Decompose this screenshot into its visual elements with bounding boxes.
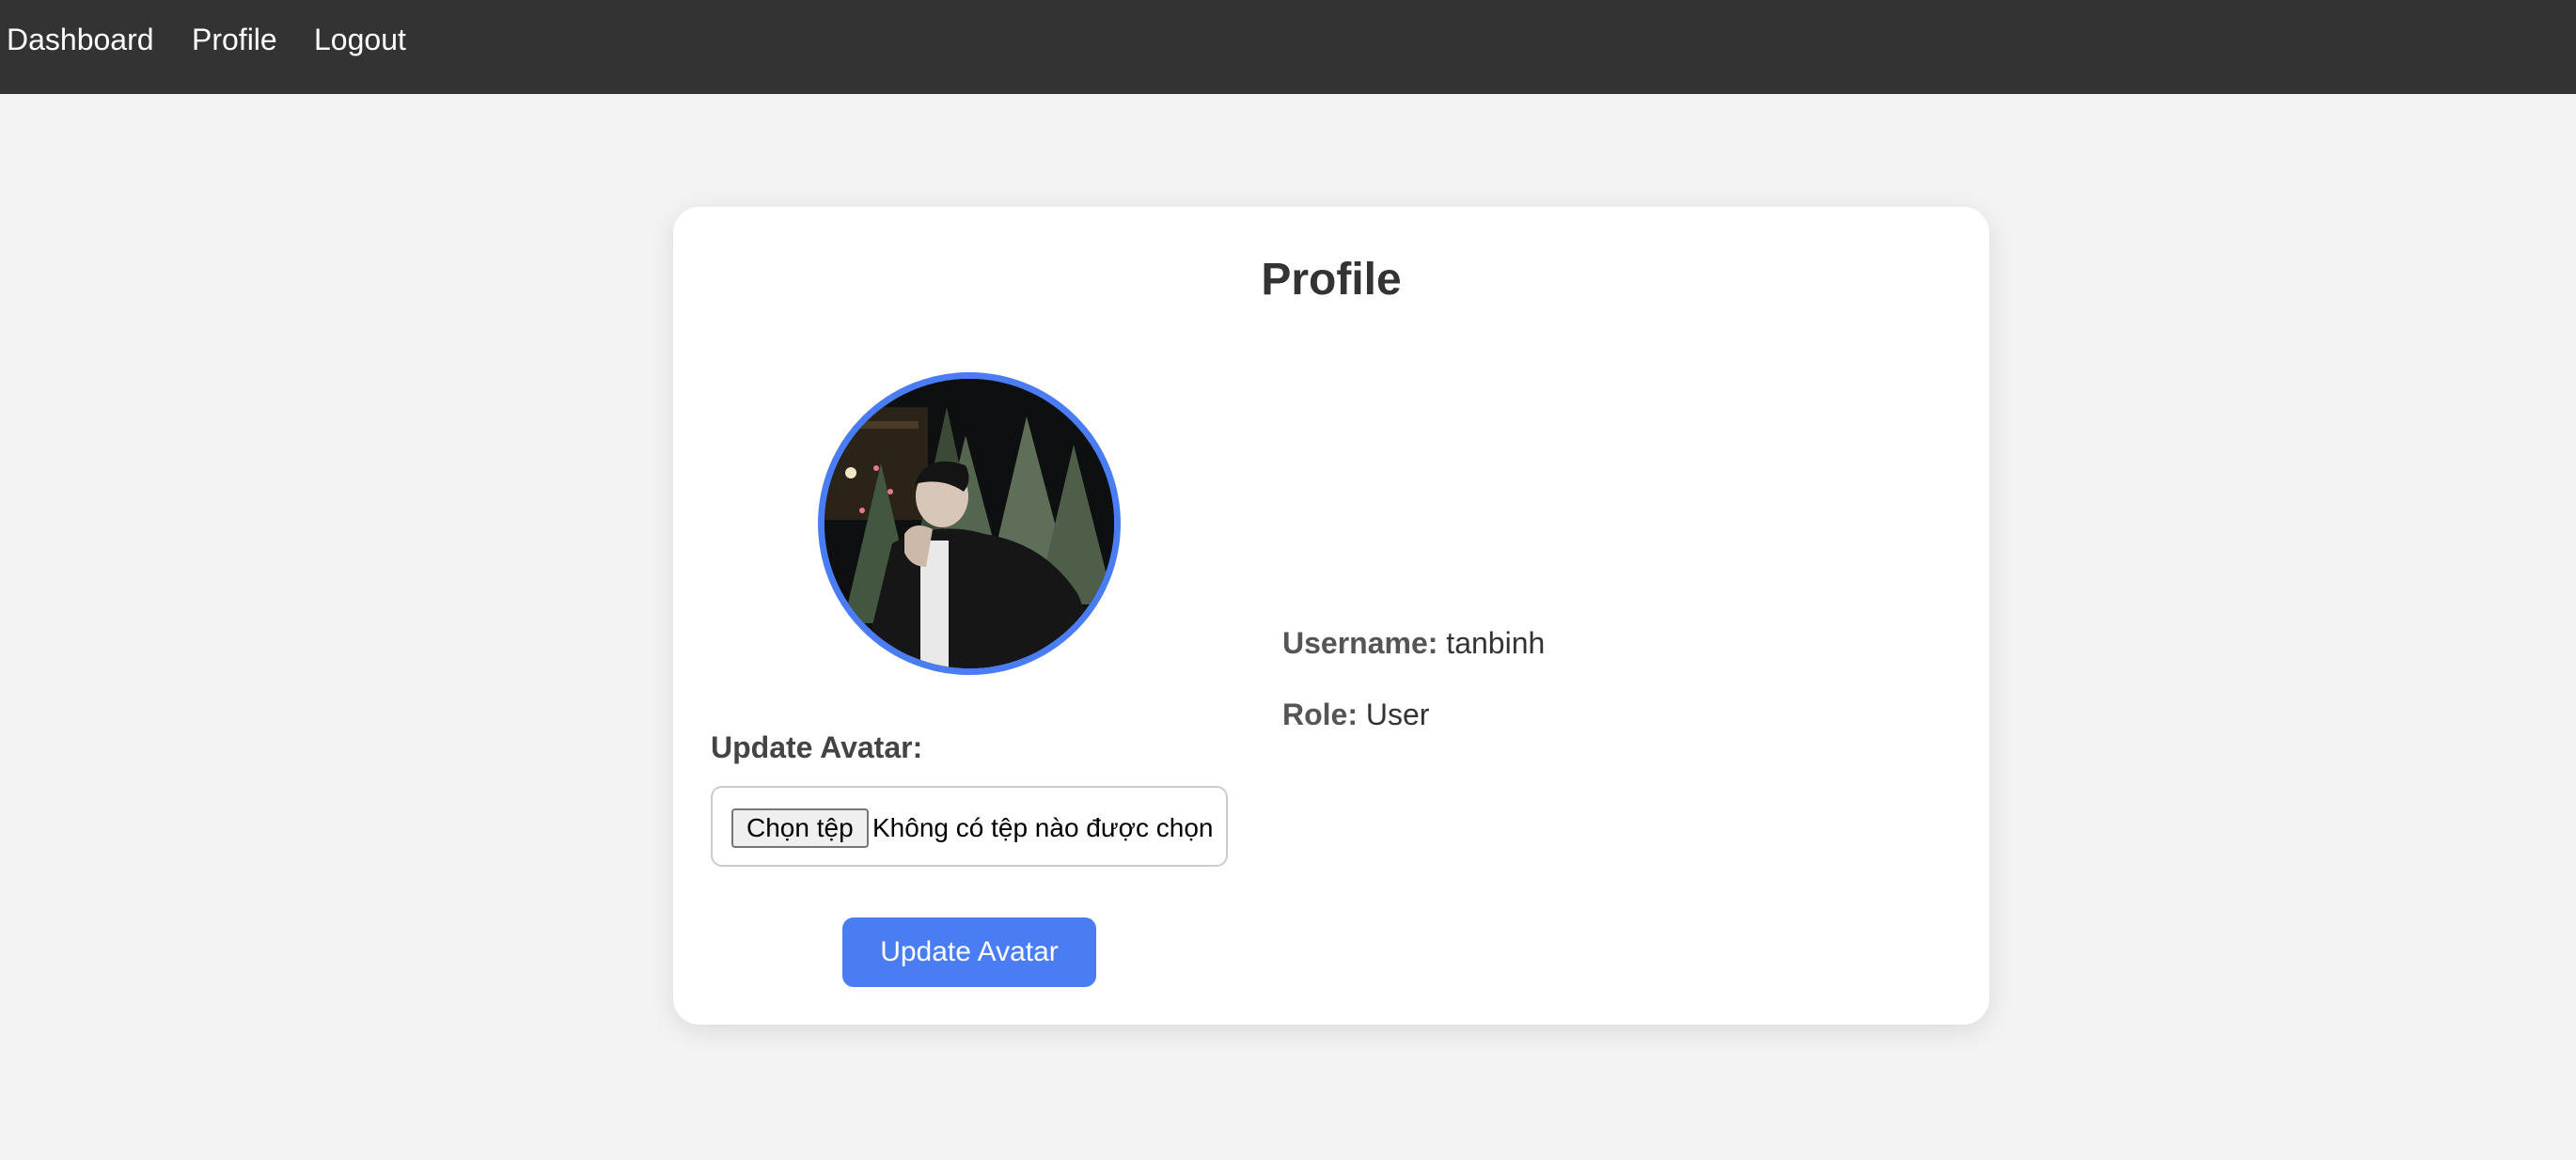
- nav-link-dashboard[interactable]: Dashboard: [7, 21, 154, 58]
- avatar: [818, 372, 1121, 675]
- username-label: Username:: [1282, 626, 1438, 660]
- nav-link-profile[interactable]: Profile: [192, 21, 277, 58]
- file-status-text: Không có tệp nào được chọn: [872, 813, 1214, 842]
- profile-card: Profile Update Avatar: Chọn tệp Không có…: [673, 207, 1989, 1025]
- role-label: Role:: [1282, 698, 1358, 731]
- role-value: User: [1365, 698, 1430, 731]
- username-value: tanbinh: [1446, 626, 1546, 660]
- top-navbar: Dashboard Profile Logout: [0, 0, 2576, 94]
- update-avatar-button[interactable]: Update Avatar: [842, 917, 1096, 987]
- username-row: Username: tanbinh: [1282, 624, 1545, 662]
- nav-link-logout[interactable]: Logout: [314, 21, 406, 58]
- avatar-file-input[interactable]: Chọn tệp Không có tệp nào được chọn: [711, 786, 1228, 867]
- page-title: Profile: [1261, 255, 1402, 305]
- role-row: Role: User: [1282, 696, 1429, 733]
- avatar-photo: [825, 379, 1114, 668]
- update-avatar-label: Update Avatar:: [711, 730, 923, 764]
- choose-file-button[interactable]: Chọn tệp: [731, 808, 869, 848]
